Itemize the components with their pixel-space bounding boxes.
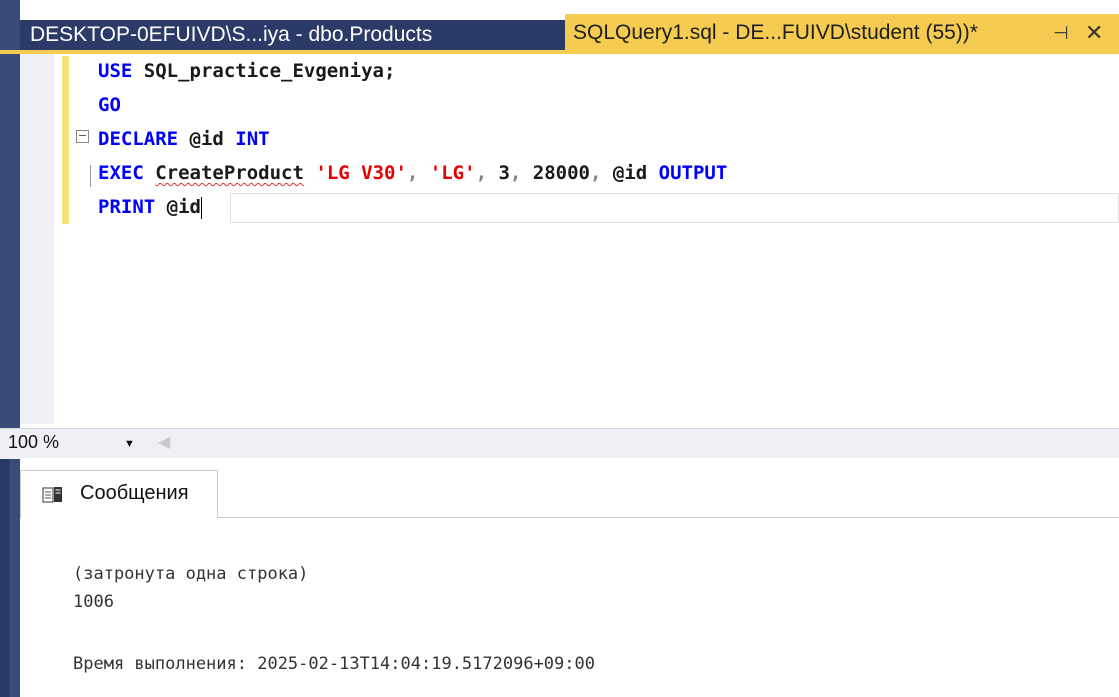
code-keyword: DECLARE [98,128,179,150]
collapse-icon[interactable]: − [76,130,89,143]
code-line-5[interactable]: PRINT @id [98,194,202,220]
code-arg: 'LG' [429,162,476,184]
code-keyword: PRINT [98,196,156,218]
code-line-3[interactable]: DECLARE @id INT [98,126,270,152]
code-arg: OUTPUT [647,162,728,184]
query-editor[interactable] [20,54,1119,424]
code-arg: 28000 [532,162,590,184]
block-guide-line [90,165,91,187]
code-variable: @id [178,128,236,150]
message-line: Время выполнения: 2025-02-13T14:04:19.51… [73,654,595,674]
messages-icon [42,487,62,503]
code-keyword: EXEC [98,162,144,184]
current-line-highlight [230,193,1119,223]
code-arg: 'LG V30' [315,162,407,184]
code-identifier: SQL_practice_Evgeniya; [132,60,396,82]
message-line: 1006 [73,592,114,612]
tab-products-label: DESKTOP-0EFUIVD\S...iya - dbo.Products [30,23,433,46]
code-arg: 3 [498,162,510,184]
code-line-4[interactable]: EXEC CreateProduct 'LG V30', 'LG', 3, 28… [98,160,727,186]
close-icon[interactable]: ✕ [1085,14,1103,52]
code-line-1[interactable]: USE SQL_practice_Evgeniya; [98,58,395,84]
results-tab-divider [218,517,1119,518]
pin-icon[interactable]: ⊣ [1053,14,1069,52]
code-keyword: USE [98,60,133,82]
code-type: INT [235,128,270,150]
code-procedure-name: CreateProduct [155,162,304,184]
code-keyword: GO [98,94,121,116]
code-punct: , [475,162,499,184]
code-line-2[interactable]: GO [98,92,121,118]
message-line: (затронута одна строка) [73,564,309,584]
code-punct: , [406,162,430,184]
code-variable: @id [155,196,201,218]
left-frame-bar-lower [0,455,10,697]
scroll-left-icon[interactable]: ◀ [158,432,170,452]
tab-sqlquery1-label: SQLQuery1.sql - DE...FUIVD\student (55))… [573,21,978,44]
text-caret [200,196,202,219]
code-arg: @id [612,162,648,184]
zoom-level[interactable]: 100 % [8,432,59,453]
chevron-down-icon[interactable]: ▼ [124,438,135,450]
tab-products[interactable]: DESKTOP-0EFUIVD\S...iya - dbo.Products [20,20,565,50]
code-punct: , [509,162,533,184]
code-punct: , [590,162,613,184]
tab-sqlquery1[interactable]: SQLQuery1.sql - DE...FUIVD\student (55))… [565,14,1119,50]
change-marker [62,56,69,224]
tab-messages-label: Сообщения [80,482,189,504]
editor-gutter [20,54,54,424]
